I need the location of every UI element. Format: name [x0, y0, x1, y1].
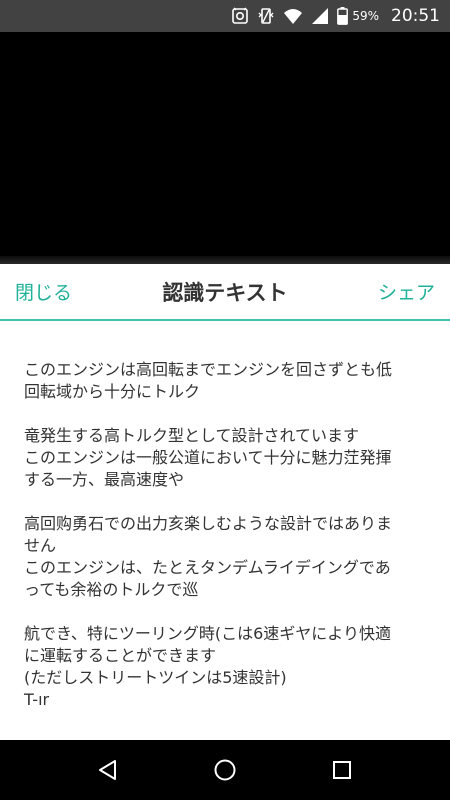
camera-preview-edge [0, 256, 450, 264]
battery-icon [337, 7, 349, 25]
text-paragraph: 高回购勇石での出力亥楽しむような設計ではありま せん このエンジンは、たとえタン… [24, 514, 393, 599]
home-icon[interactable] [195, 740, 255, 800]
clock: 20:51 [391, 6, 440, 26]
recognized-text[interactable]: このエンジンは高回転までエンジンを回さずとも低 回転域から十分にトルク 竜発生す… [0, 321, 450, 711]
text-paragraph: 竜発生する高トルク型として設計されています このエンジンは一般公道において十分に… [24, 426, 392, 489]
sheet-header: 閉じる 認識テキスト シェア [0, 264, 450, 321]
close-button[interactable]: 閉じる [15, 278, 72, 305]
wifi-icon [283, 7, 303, 25]
share-button[interactable]: シェア [378, 278, 435, 305]
signal-icon [311, 7, 329, 25]
camera-preview [0, 32, 450, 260]
navigation-bar [0, 740, 450, 800]
recognized-text-sheet: 閉じる 認識テキスト シェア このエンジンは高回転までエンジンを回さずとも低 回… [0, 264, 450, 740]
notification-icon [231, 7, 249, 25]
vibrate-icon [257, 7, 275, 25]
text-paragraph: 航でき、特にツーリング時(こは6速ギヤにより快適 に運転することができます (た… [24, 624, 391, 709]
battery-percent: 59% [352, 9, 379, 23]
recents-icon[interactable] [312, 740, 372, 800]
back-icon[interactable] [78, 740, 138, 800]
text-paragraph: このエンジンは高回転までエンジンを回さずとも低 回転域から十分にトルク [24, 360, 393, 401]
status-bar: 59% 20:51 [0, 0, 450, 32]
